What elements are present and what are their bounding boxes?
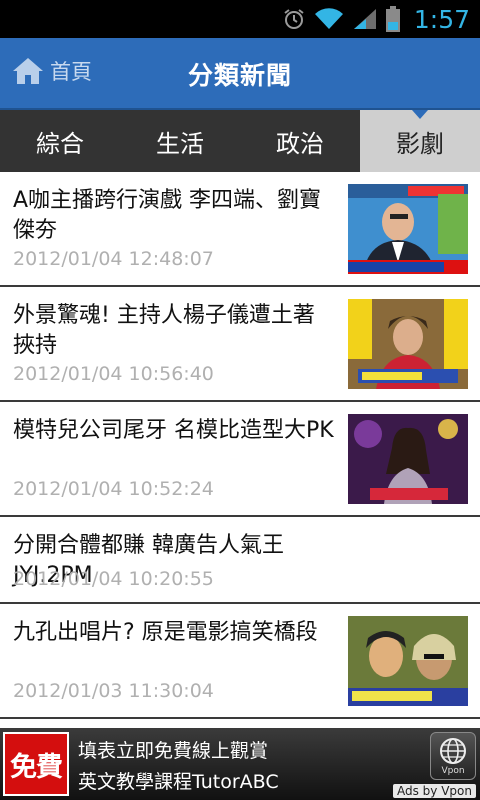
ad-free-badge: 免費 [3, 732, 69, 796]
news-item[interactable]: 外景驚魂! 主持人楊子儀遭土著挾持 2012/01/04 10:56:40 [0, 287, 480, 402]
ad-text-line-1: 填表立即免費線上觀賞 [78, 740, 269, 762]
news-thumbnail [348, 184, 468, 274]
vpon-logo[interactable]: Vpon [430, 732, 476, 780]
news-title: 外景驚魂! 主持人楊子儀遭土著挾持 [13, 303, 315, 358]
globe-icon [440, 738, 466, 764]
news-title: A咖主播跨行演戲 李四端、劉寶傑夯 [13, 188, 322, 243]
page-title: 分類新聞 [187, 61, 292, 90]
status-icons: 1:57 [282, 4, 470, 34]
news-item[interactable]: 分開合體都賺 韓廣告人氣王JYJ.2PM 2012/01/04 10:20:55 [0, 517, 480, 604]
news-date: 2012/01/04 10:56:40 [13, 363, 214, 385]
app-header: 首頁 分類新聞 [0, 38, 480, 110]
ad-banner[interactable]: 免費 填表立即免費線上觀賞 英文教學課程TutorABC Vpon Ads by… [0, 728, 480, 800]
news-date: 2012/01/03 11:30:04 [13, 680, 214, 702]
news-thumbnail [348, 616, 468, 706]
category-tabs: 綜合 生活 政治 影劇 [0, 110, 480, 172]
clock: 1:57 [413, 4, 470, 34]
tab-life[interactable]: 生活 [120, 110, 240, 172]
news-item[interactable]: A咖主播跨行演戲 李四端、劉寶傑夯 2012/01/04 12:48:07 [0, 172, 480, 287]
news-title: 模特兒公司尾牙 名模比造型大PK [13, 418, 334, 443]
ad-text-line-2: 英文教學課程TutorABC [78, 771, 279, 793]
news-date: 2012/01/04 12:48:07 [13, 248, 214, 270]
vpon-label: Vpon [441, 766, 465, 776]
news-date: 2012/01/04 10:20:55 [13, 568, 214, 590]
news-thumbnail [348, 299, 468, 389]
alarm-icon [284, 9, 304, 29]
news-thumbnail [348, 414, 468, 504]
tab-entertainment[interactable]: 影劇 [360, 110, 480, 172]
news-date: 2012/01/04 10:52:24 [13, 478, 214, 500]
status-bar: 1:57 [0, 0, 480, 38]
ad-attribution: Ads by Vpon [393, 784, 476, 798]
news-item[interactable]: 九孔出唱片? 原是電影搞笑橋段 2012/01/03 11:30:04 [0, 604, 480, 719]
tab-politics[interactable]: 政治 [240, 110, 360, 172]
tab-general[interactable]: 綜合 [0, 110, 120, 172]
signal-icon [353, 9, 376, 29]
news-list: A咖主播跨行演戲 李四端、劉寶傑夯 2012/01/04 12:48:07 外景… [0, 172, 480, 719]
news-item[interactable]: 模特兒公司尾牙 名模比造型大PK 2012/01/04 10:52:24 [0, 402, 480, 517]
wifi-icon [314, 8, 343, 30]
battery-icon [385, 6, 400, 32]
news-title: 九孔出唱片? 原是電影搞笑橋段 [13, 620, 318, 645]
